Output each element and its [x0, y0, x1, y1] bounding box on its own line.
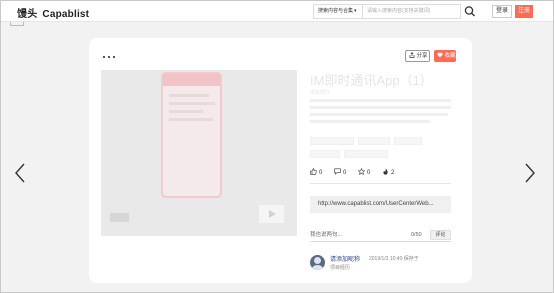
phone-mockup-image	[161, 72, 222, 198]
like-count: 0	[319, 170, 323, 176]
heart-icon	[437, 52, 443, 58]
description-line	[310, 99, 451, 102]
comment-icon	[334, 168, 341, 175]
site-logo[interactable]: 馒头 Capablist	[17, 5, 89, 20]
tag-pill	[394, 137, 422, 145]
tab-marker	[10, 22, 24, 26]
project-image-preview[interactable]	[101, 70, 297, 236]
share-button[interactable]: 分享	[405, 50, 430, 62]
play-icon[interactable]	[259, 205, 284, 223]
more-options-icon[interactable]	[103, 54, 117, 60]
comment-count-stat: 0	[343, 170, 347, 176]
comment-submit-button[interactable]: 评论	[430, 230, 451, 240]
next-arrow-icon[interactable]	[524, 163, 536, 183]
comment-char-count: 0/50	[411, 232, 422, 238]
register-button[interactable]: 注册	[515, 5, 533, 18]
comment-stat[interactable]: 0	[334, 168, 346, 176]
popularity-stat: 2	[382, 168, 394, 176]
description-line	[310, 113, 448, 116]
search-icon	[464, 6, 475, 17]
previous-arrow-icon[interactable]	[14, 163, 26, 183]
share-label: 分享	[416, 53, 428, 59]
comment-input[interactable]: 我也说两句...	[310, 230, 426, 240]
engagement-stats: 0 0 0 2	[310, 167, 450, 178]
flame-icon	[383, 168, 388, 175]
favorite-button[interactable]: 收藏	[434, 50, 456, 62]
description-line	[310, 106, 451, 109]
tag-pill	[310, 150, 340, 158]
like-stat[interactable]: 0	[310, 168, 322, 176]
author-collection[interactable]: 项目经历	[330, 264, 350, 271]
logo-english-text: Capablist	[42, 9, 90, 20]
project-detail-modal: 分享 收藏 IM即时通讯App（1） 项目简介 0 0 0 2 http://w…	[89, 38, 472, 283]
divider	[310, 183, 451, 184]
logo-chinese-text: 馒头	[17, 9, 38, 20]
description-label: 项目简介	[310, 90, 331, 96]
project-url-link[interactable]: http://www.capablist.com/UserCenterWeb..…	[310, 196, 451, 213]
search-scope-label: 搜索内容与合集	[318, 8, 354, 14]
image-tag	[110, 213, 129, 222]
thumbs-up-icon	[310, 168, 317, 175]
project-title: IM即时通讯App（1）	[310, 73, 433, 88]
description-line	[310, 120, 430, 123]
tag-pill	[344, 150, 388, 158]
search-input[interactable]: 请输入搜索内容(支持关键词)	[363, 4, 461, 19]
search-button[interactable]	[463, 5, 477, 18]
star-count: 0	[367, 170, 371, 176]
search-scope-dropdown[interactable]: 搜索内容与合集▾	[313, 4, 363, 19]
top-navigation-bar: 馒头 Capablist 搜索内容与合集▾ 请输入搜索内容(支持关键词) 登录 注…	[1, 1, 553, 22]
tag-pill	[310, 137, 354, 145]
star-stat[interactable]: 0	[357, 167, 371, 176]
tag-pill	[358, 137, 390, 145]
star-icon	[357, 167, 366, 176]
avatar[interactable]	[310, 255, 325, 270]
popularity-count: 2	[391, 170, 395, 176]
comment-divider	[310, 241, 451, 242]
author-name-link[interactable]: 请添加昵称	[330, 254, 360, 263]
share-icon	[409, 52, 415, 58]
author-meta: 2019/1/3 10:40 保存于	[369, 256, 419, 262]
chevron-down-icon: ▾	[354, 8, 357, 14]
favorite-label: 收藏	[444, 53, 456, 59]
login-button[interactable]: 登录	[492, 5, 512, 18]
